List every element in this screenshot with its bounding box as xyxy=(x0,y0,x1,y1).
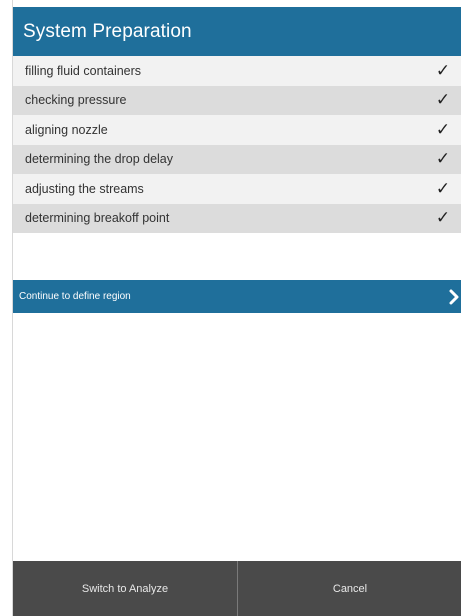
cancel-button[interactable]: Cancel xyxy=(238,561,461,616)
step-item-breakoff-point: determining breakoff point ✓ xyxy=(13,203,461,233)
footer-bar: Switch to Analyze Cancel xyxy=(13,561,461,616)
checkmark-icon: ✓ xyxy=(435,208,451,228)
continue-to-define-region-button[interactable]: Continue to define region xyxy=(13,280,461,313)
step-list: filling fluid containers ✓ checking pres… xyxy=(13,56,461,233)
chevron-right-icon xyxy=(448,288,460,306)
step-item-filling-fluid: filling fluid containers ✓ xyxy=(13,56,461,86)
continue-label: Continue to define region xyxy=(19,291,131,302)
step-label: aligning nozzle xyxy=(25,122,108,137)
step-item-drop-delay: determining the drop delay ✓ xyxy=(13,144,461,174)
step-label: determining the drop delay xyxy=(25,152,174,167)
switch-to-analyze-button[interactable]: Switch to Analyze xyxy=(13,561,237,616)
checkmark-icon: ✓ xyxy=(435,178,451,198)
panel-header: System Preparation xyxy=(13,7,461,56)
checkmark-icon: ✓ xyxy=(435,60,451,80)
step-item-aligning-nozzle: aligning nozzle ✓ xyxy=(13,115,461,145)
step-label: checking pressure xyxy=(25,93,127,108)
step-item-checking-pressure: checking pressure ✓ xyxy=(13,85,461,115)
checkmark-icon: ✓ xyxy=(435,149,451,169)
checkmark-icon: ✓ xyxy=(435,119,451,139)
panel-title: System Preparation xyxy=(23,20,192,42)
step-label: filling fluid containers xyxy=(25,63,142,78)
step-label: determining breakoff point xyxy=(25,211,170,226)
checkmark-icon: ✓ xyxy=(435,90,451,110)
step-label: adjusting the streams xyxy=(25,181,144,196)
step-item-adjusting-streams: adjusting the streams ✓ xyxy=(13,174,461,204)
system-preparation-panel: System Preparation filling fluid contain… xyxy=(12,0,461,616)
